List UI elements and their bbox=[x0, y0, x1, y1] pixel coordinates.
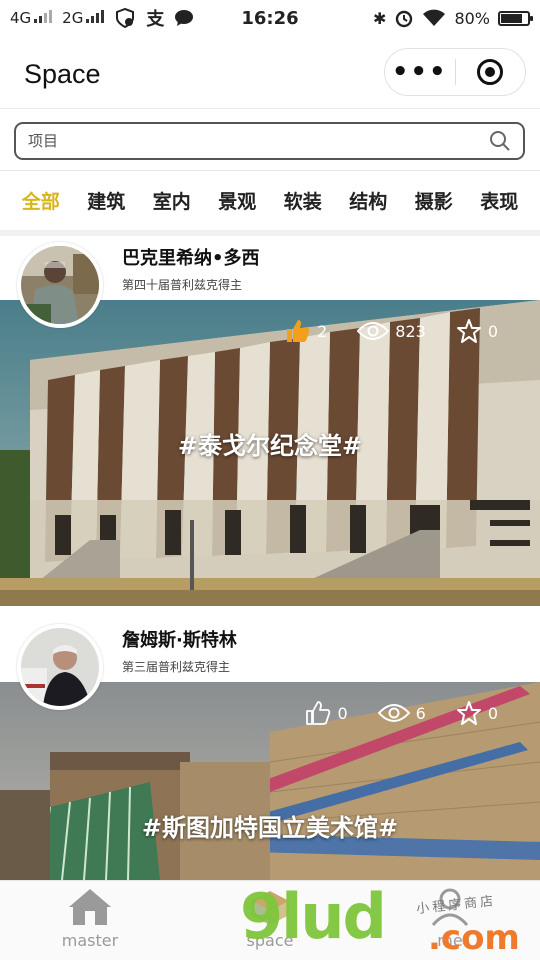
eye-icon bbox=[377, 704, 410, 722]
nav-label: space bbox=[246, 931, 294, 950]
mini-program-capsule: ••• bbox=[384, 48, 526, 96]
signal-icon bbox=[86, 9, 105, 23]
category-tabs: 全部 建筑 室内 景观 软装 结构 摄影 表现 bbox=[0, 170, 540, 230]
tab-architecture[interactable]: 建筑 bbox=[87, 187, 125, 214]
page-title: Space bbox=[24, 58, 101, 89]
search-icon[interactable] bbox=[489, 130, 511, 152]
tab-interior[interactable]: 室内 bbox=[153, 187, 191, 214]
search-box[interactable] bbox=[14, 122, 525, 160]
tab-rendering[interactable]: 表现 bbox=[480, 187, 518, 214]
navigation-bar: Space ••• bbox=[0, 40, 540, 108]
favorite-stat[interactable]: 0 bbox=[456, 318, 498, 344]
tab-landscape[interactable]: 景观 bbox=[218, 187, 256, 214]
chat-icon bbox=[175, 10, 194, 26]
star-icon[interactable] bbox=[456, 318, 482, 344]
eye-icon bbox=[357, 322, 390, 340]
more-menu-button[interactable]: ••• bbox=[385, 59, 455, 85]
signal-icon bbox=[34, 9, 53, 23]
network-2: 2G bbox=[62, 9, 105, 27]
like-stat[interactable]: 0 bbox=[305, 701, 348, 725]
status-bar: 4G 2G 支 16:26 ✱ 80% bbox=[0, 0, 540, 36]
project-card[interactable]: 巴克里希纳•多西 第四十届普利兹克得主 2 823 0 #泰戈尔纪念堂# bbox=[0, 236, 540, 606]
nav-label: me bbox=[437, 931, 463, 950]
tab-photography[interactable]: 摄影 bbox=[415, 187, 453, 214]
project-title: #斯图加特国立美术馆# bbox=[141, 814, 399, 842]
home-icon bbox=[69, 889, 111, 925]
architect-name: 詹姆斯·斯特林 bbox=[122, 630, 237, 651]
target-icon bbox=[477, 59, 504, 85]
notification-icon bbox=[116, 8, 135, 28]
avatar[interactable] bbox=[17, 242, 103, 328]
view-stat: 6 bbox=[377, 703, 426, 723]
network-1: 4G bbox=[10, 9, 53, 27]
view-stat: 823 bbox=[357, 321, 426, 341]
favorite-count: 0 bbox=[487, 321, 498, 341]
architect-award: 第三届普利兹克得主 bbox=[122, 660, 231, 674]
tab-soft-furnishing[interactable]: 软装 bbox=[284, 187, 322, 214]
star-icon[interactable] bbox=[456, 700, 482, 726]
card-stats: 0 6 0 bbox=[305, 700, 498, 726]
nav-master[interactable]: master bbox=[0, 881, 180, 960]
bluetooth-icon: ✱ bbox=[373, 8, 387, 28]
nav-me[interactable]: me bbox=[360, 881, 540, 960]
nav-label: master bbox=[61, 931, 119, 950]
alipay-icon: 支 bbox=[146, 9, 165, 30]
avatar[interactable] bbox=[17, 624, 103, 710]
search-input[interactable] bbox=[28, 132, 489, 150]
tab-all[interactable]: 全部 bbox=[22, 187, 60, 214]
view-count: 823 bbox=[395, 321, 426, 341]
project-photo[interactable]: 2 823 0 #泰戈尔纪念堂# bbox=[0, 300, 540, 606]
card-stats: 2 823 0 bbox=[285, 318, 498, 344]
user-icon bbox=[431, 888, 469, 927]
title-divider bbox=[0, 108, 540, 109]
battery-percent: 80% bbox=[454, 8, 490, 28]
like-count: 2 bbox=[317, 321, 328, 341]
favorite-stat[interactable]: 0 bbox=[456, 700, 498, 726]
alarm-icon bbox=[396, 10, 413, 28]
like-stat[interactable]: 2 bbox=[285, 319, 327, 343]
wifi-icon bbox=[423, 9, 446, 26]
space-icon bbox=[251, 891, 289, 925]
project-photo[interactable]: 0 6 0 #斯图加特国立美术馆# bbox=[0, 682, 540, 880]
nav-space[interactable]: space bbox=[180, 881, 360, 960]
like-count: 0 bbox=[337, 703, 348, 723]
architect-award: 第四十届普利兹克得主 bbox=[122, 278, 243, 292]
favorite-count: 0 bbox=[487, 703, 498, 723]
thumbs-up-icon[interactable] bbox=[305, 701, 331, 725]
tab-structure[interactable]: 结构 bbox=[349, 187, 387, 214]
thumbs-up-icon[interactable] bbox=[285, 319, 311, 343]
close-mini-program-button[interactable] bbox=[456, 59, 526, 85]
project-title: #泰戈尔纪念堂# bbox=[177, 432, 363, 460]
architect-name: 巴克里希纳•多西 bbox=[122, 248, 260, 269]
view-count: 6 bbox=[415, 703, 426, 723]
project-card[interactable]: 詹姆斯·斯特林 第三届普利兹克得主 0 6 0 #斯图加特国立美术馆# bbox=[0, 618, 540, 880]
battery-icon bbox=[498, 10, 533, 26]
bottom-tab-bar: master space me bbox=[0, 880, 540, 960]
